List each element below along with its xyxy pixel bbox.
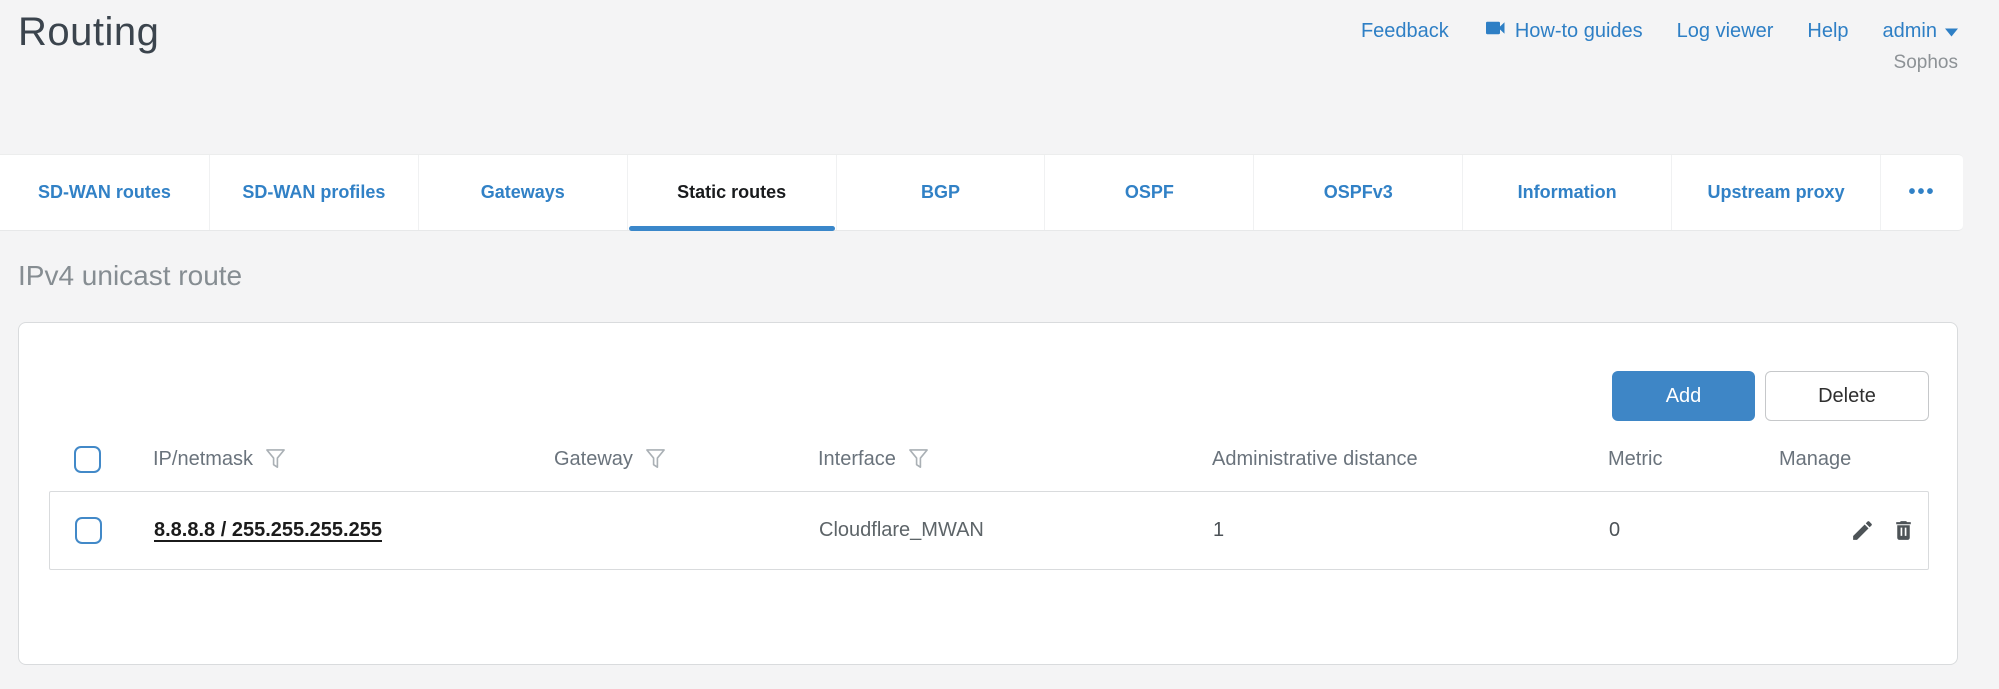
tab-gateways[interactable]: Gateways xyxy=(418,155,627,230)
tab-static-routes[interactable]: Static routes xyxy=(627,155,836,230)
table-actions: Add Delete xyxy=(1612,371,1929,421)
cell-metric: 0 xyxy=(1595,519,1766,542)
feedback-link[interactable]: Feedback xyxy=(1361,20,1449,43)
table-header-row: IP/netmask Gateway Interface Administrat… xyxy=(49,436,1929,482)
column-administrative-distance: Administrative distance xyxy=(1198,448,1594,471)
column-gateway: Gateway xyxy=(540,448,804,471)
tab-bgp[interactable]: BGP xyxy=(836,155,1045,230)
column-label: IP/netmask xyxy=(153,448,253,471)
tab-sdwan-routes[interactable]: SD-WAN routes xyxy=(0,155,209,230)
page-header: Routing Feedback How-to guides Log viewe… xyxy=(18,10,1958,74)
column-metric: Metric xyxy=(1594,448,1765,471)
howto-guides-label: How-to guides xyxy=(1515,20,1643,43)
howto-guides-link[interactable]: How-to guides xyxy=(1483,16,1643,46)
page-title: Routing xyxy=(18,10,159,55)
tabbar: SD-WAN routes SD-WAN profiles Gateways S… xyxy=(0,154,1963,231)
chevron-down-icon xyxy=(1945,20,1958,43)
video-camera-icon xyxy=(1483,16,1507,46)
table-row: 8.8.8.8 / 255.255.255.255 Cloudflare_MWA… xyxy=(49,491,1929,570)
route-link[interactable]: 8.8.8.8 / 255.255.255.255 xyxy=(154,519,382,541)
cell-ip-netmask: 8.8.8.8 / 255.255.255.255 xyxy=(140,519,541,542)
row-checkbox-cell xyxy=(50,517,140,544)
user-menu-label: admin xyxy=(1883,20,1937,43)
column-ip-netmask: IP/netmask xyxy=(139,448,540,471)
cell-interface: Cloudflare_MWAN xyxy=(805,519,1199,542)
section-title: IPv4 unicast route xyxy=(18,260,242,292)
column-interface: Interface xyxy=(804,448,1198,471)
select-all-checkbox[interactable] xyxy=(74,446,101,473)
tab-information[interactable]: Information xyxy=(1462,155,1671,230)
header-right: Feedback How-to guides Log viewer Help a… xyxy=(1361,10,1958,74)
funnel-icon[interactable] xyxy=(265,448,286,471)
column-label: Interface xyxy=(818,448,896,471)
row-checkbox[interactable] xyxy=(75,517,102,544)
user-menu[interactable]: admin xyxy=(1883,20,1958,43)
header-links: Feedback How-to guides Log viewer Help a… xyxy=(1361,16,1958,46)
column-label: Metric xyxy=(1608,448,1662,471)
routes-card: Add Delete IP/netmask Gateway Interface … xyxy=(18,322,1958,665)
tab-ospfv3[interactable]: OSPFv3 xyxy=(1253,155,1462,230)
column-label: Manage xyxy=(1779,448,1851,471)
funnel-icon[interactable] xyxy=(908,448,929,471)
header-checkbox-cell xyxy=(49,446,139,473)
tab-upstream-proxy[interactable]: Upstream proxy xyxy=(1671,155,1880,230)
delete-button[interactable]: Delete xyxy=(1765,371,1929,421)
column-label: Administrative distance xyxy=(1212,448,1418,471)
help-link[interactable]: Help xyxy=(1807,20,1848,43)
tab-ospf[interactable]: OSPF xyxy=(1044,155,1253,230)
column-label: Gateway xyxy=(554,448,633,471)
cell-manage xyxy=(1766,518,1928,543)
pencil-icon[interactable] xyxy=(1850,518,1875,543)
trash-icon[interactable] xyxy=(1891,518,1916,543)
column-manage: Manage xyxy=(1765,448,1929,471)
add-button[interactable]: Add xyxy=(1612,371,1755,421)
cell-administrative-distance: 1 xyxy=(1199,519,1595,542)
log-viewer-link[interactable]: Log viewer xyxy=(1677,20,1774,43)
tab-sdwan-profiles[interactable]: SD-WAN profiles xyxy=(209,155,418,230)
tabs-overflow-button[interactable]: ••• xyxy=(1880,155,1963,230)
brand-label: Sophos xyxy=(1894,52,1958,74)
funnel-icon[interactable] xyxy=(645,448,666,471)
